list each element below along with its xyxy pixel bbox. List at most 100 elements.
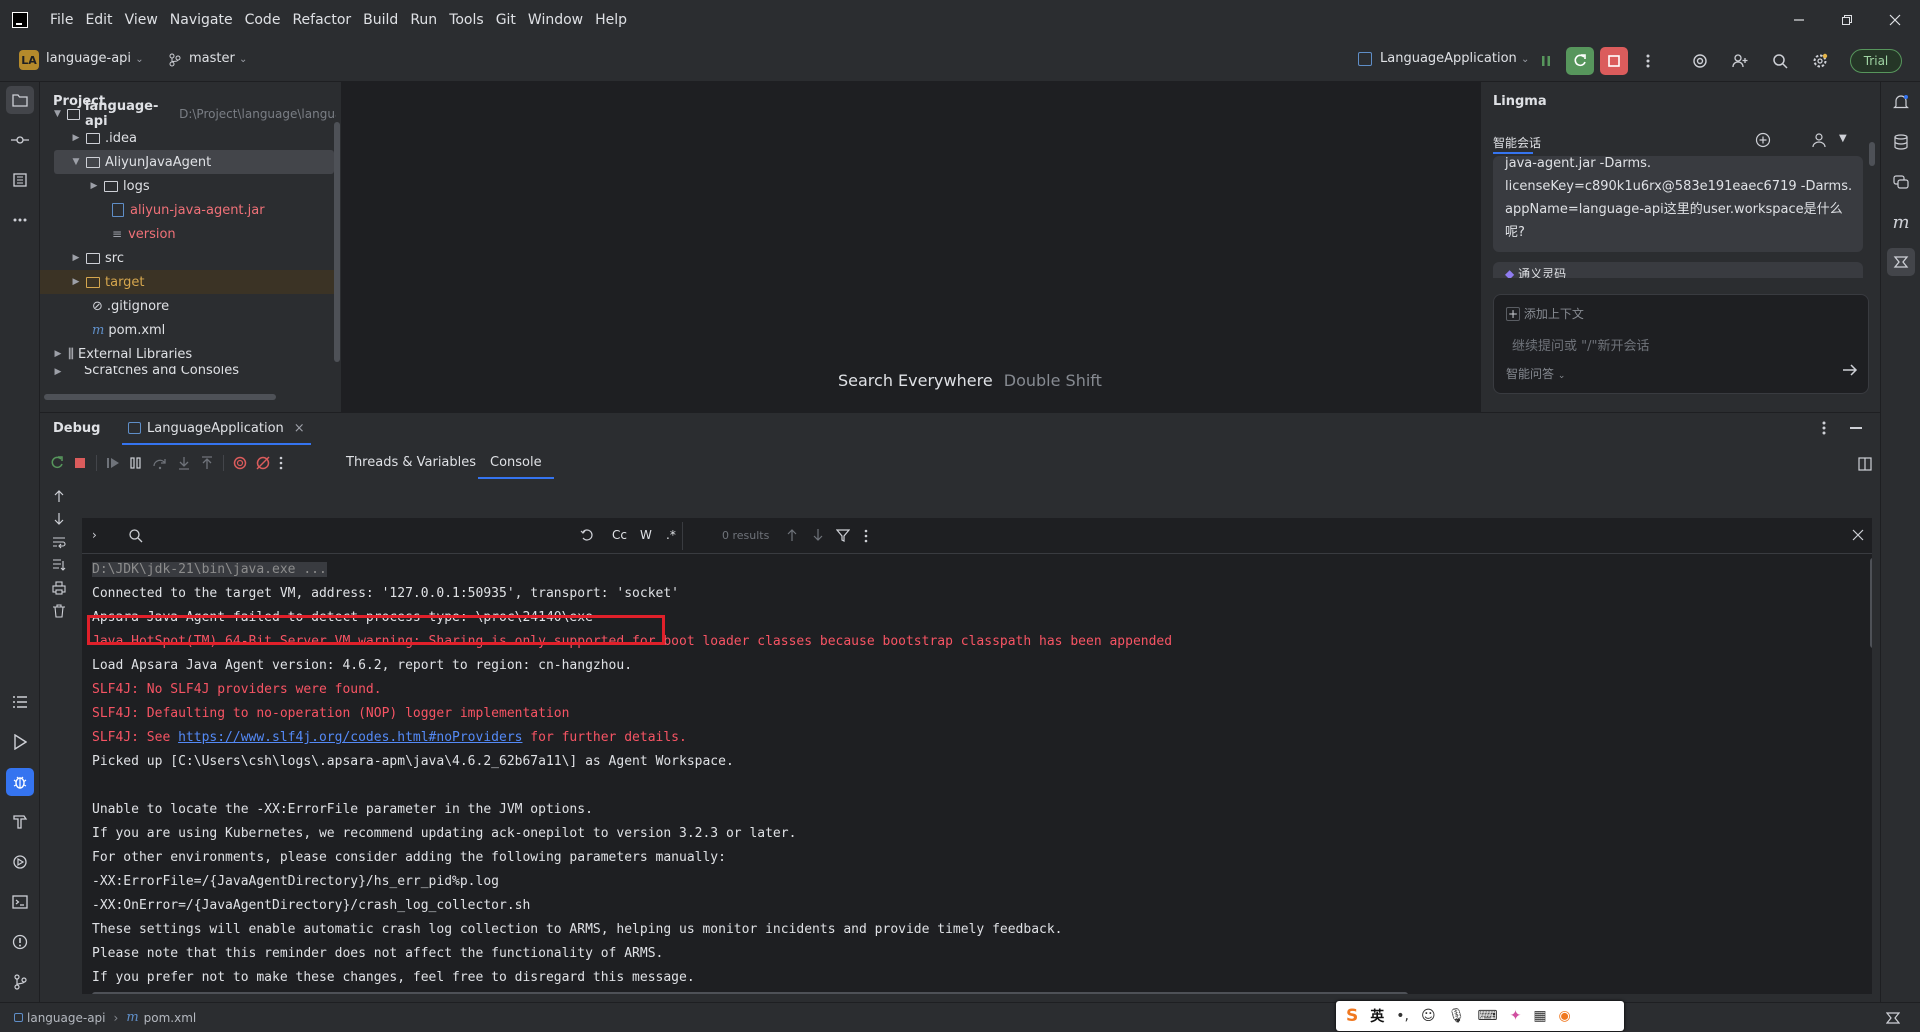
mode-selector[interactable]: 智能问答 ⌄	[1506, 365, 1565, 382]
tree-root[interactable]: ▼ language-api D:\Project\language\langu…	[40, 99, 336, 129]
trial-badge[interactable]: Trial	[1850, 49, 1902, 73]
branch-selector[interactable]: master ⌄	[189, 51, 247, 66]
emoji-icon[interactable]: ☺	[1421, 1008, 1436, 1024]
lingma-tool-icon[interactable]	[1887, 248, 1915, 276]
breadcrumb-file[interactable]: pom.xml	[144, 1011, 197, 1025]
more-vert-icon[interactable]	[1634, 47, 1662, 75]
project-badge[interactable]: LA	[19, 50, 39, 70]
ime-mascot-icon[interactable]: ◉	[1559, 1008, 1571, 1024]
services-icon[interactable]	[6, 848, 34, 876]
chat-bubbles-icon[interactable]	[1887, 168, 1915, 196]
editor-area[interactable]: Search Everywhere Double Shift	[342, 82, 1480, 412]
regex-toggle[interactable]: .*	[666, 528, 676, 542]
console-vertical-scrollbar[interactable]	[1870, 558, 1872, 648]
build-hammer-icon[interactable]	[6, 808, 34, 836]
structure-icon[interactable]	[6, 166, 34, 194]
project-tool-folder-icon[interactable]	[6, 86, 34, 114]
run-config-selector[interactable]: LanguageApplication ⌄	[1380, 51, 1529, 66]
user-icon[interactable]	[1811, 132, 1827, 148]
notifications-bell-icon[interactable]	[1887, 88, 1915, 116]
resume-icon[interactable]	[106, 456, 120, 470]
microphone-icon[interactable]: 🎙	[1448, 1008, 1466, 1024]
step-over-icon[interactable]	[152, 456, 168, 470]
tree-item-target[interactable]: ▶ target	[40, 270, 336, 294]
pause-icon[interactable]	[129, 456, 143, 470]
tree-item-logs[interactable]: ▶ logs	[40, 174, 336, 198]
view-breakpoints-icon[interactable]	[233, 456, 247, 470]
chat-input-box[interactable]: + 添加上下文 继续提问或 "/"新开会话 智能问答 ⌄	[1493, 294, 1869, 394]
vertical-scrollbar[interactable]	[334, 122, 340, 362]
step-into-icon[interactable]	[177, 456, 191, 470]
clear-trash-icon[interactable]	[52, 604, 66, 618]
toolbox-grid-icon[interactable]: ▦	[1533, 1008, 1546, 1024]
tab-console[interactable]: Console	[478, 449, 554, 479]
soft-wrap-icon[interactable]	[52, 535, 66, 549]
menu-item-view[interactable]: View	[119, 12, 164, 28]
down-arrow-icon[interactable]	[52, 512, 66, 526]
prev-match-icon[interactable]	[786, 528, 798, 542]
more-vert-icon[interactable]	[279, 456, 283, 470]
tree-item-aliyunjavaagent[interactable]: ▼ AliyunJavaAgent	[54, 150, 334, 174]
match-case-toggle[interactable]: Cc	[612, 528, 627, 542]
regex-history-icon[interactable]	[580, 528, 594, 542]
close-search-icon[interactable]	[1852, 529, 1864, 541]
menu-item-run[interactable]: Run	[404, 12, 443, 28]
lingma-status-icon[interactable]	[1886, 1011, 1900, 1025]
menu-item-window[interactable]: Window	[522, 12, 589, 28]
punctuation-icon[interactable]: •,	[1396, 1008, 1409, 1024]
horizontal-scrollbar[interactable]	[44, 394, 276, 400]
step-out-icon[interactable]	[200, 456, 214, 470]
menu-item-build[interactable]: Build	[357, 12, 404, 28]
close-tab-icon[interactable]: ×	[294, 421, 305, 436]
chat-scrollbar[interactable]	[1869, 142, 1875, 166]
tree-item-src[interactable]: ▶ src	[40, 246, 336, 270]
console-output[interactable]: › Cc W .* 0 results D:\JDK\jdk-21\bin\ja…	[82, 518, 1872, 994]
maven-tool-icon[interactable]: m	[1887, 208, 1915, 236]
restore-icon[interactable]	[1824, 0, 1870, 40]
menu-item-git[interactable]: Git	[490, 12, 522, 28]
minimize-icon[interactable]	[1776, 0, 1822, 40]
tree-item-gitignore[interactable]: ⊘ .gitignore	[40, 294, 336, 318]
debug-session-tab[interactable]: LanguageApplication ×	[122, 413, 311, 445]
problems-icon[interactable]	[6, 928, 34, 956]
menu-item-code[interactable]: Code	[239, 12, 287, 28]
print-icon[interactable]	[52, 581, 66, 595]
project-selector[interactable]: language-api ⌄	[46, 51, 144, 66]
search-icon[interactable]	[1766, 47, 1794, 75]
menu-item-refactor[interactable]: Refactor	[286, 12, 357, 28]
menu-item-edit[interactable]: Edit	[79, 12, 118, 28]
close-window-icon[interactable]	[1872, 0, 1918, 40]
ime-language-toggle[interactable]: 英	[1370, 1006, 1384, 1026]
rerun-debug-button[interactable]	[1566, 47, 1594, 75]
add-user-icon[interactable]	[1726, 47, 1754, 75]
next-match-icon[interactable]	[812, 528, 824, 542]
keyboard-icon[interactable]: ⌨	[1477, 1008, 1497, 1024]
new-chat-icon[interactable]	[1755, 132, 1771, 148]
menu-item-tools[interactable]: Tools	[443, 12, 490, 28]
git-icon[interactable]	[6, 968, 34, 996]
minimize-panel-icon[interactable]	[1850, 427, 1862, 429]
console-link[interactable]: https://www.slf4j.org/codes.html#noProvi…	[178, 730, 522, 745]
pause-all-icon[interactable]	[1532, 47, 1560, 75]
chat-input-placeholder[interactable]: 继续提问或 "/"新开会话	[1512, 335, 1649, 354]
more-vert-icon[interactable]	[1822, 421, 1826, 435]
up-arrow-icon[interactable]	[52, 489, 66, 503]
tree-item-version[interactable]: ≡ version	[40, 222, 336, 246]
services-list-icon[interactable]	[6, 688, 34, 716]
more-tools-icon[interactable]	[6, 206, 34, 234]
debug-bug-icon[interactable]	[6, 768, 34, 796]
whole-word-toggle[interactable]: W	[640, 528, 652, 542]
menu-item-navigate[interactable]: Navigate	[164, 12, 239, 28]
sogou-logo-icon[interactable]: S	[1346, 1006, 1358, 1026]
terminal-icon[interactable]	[6, 888, 34, 916]
tab-threads-variables[interactable]: Threads & Variables	[346, 455, 476, 471]
send-arrow-icon[interactable]	[1842, 363, 1858, 377]
tree-item-idea[interactable]: ▶ .idea	[40, 126, 336, 150]
chevron-right-icon[interactable]: ›	[92, 528, 97, 542]
tree-item-scratches[interactable]: ▶ Scratches and Consoles	[40, 366, 336, 376]
database-icon[interactable]	[1887, 128, 1915, 156]
ai-assistant-icon[interactable]	[1686, 47, 1714, 75]
add-context-button[interactable]: + 添加上下文	[1506, 305, 1584, 322]
layout-settings-icon[interactable]	[1858, 457, 1872, 471]
tree-item-external-libs[interactable]: ▶ ⫼ External Libraries	[40, 342, 336, 366]
